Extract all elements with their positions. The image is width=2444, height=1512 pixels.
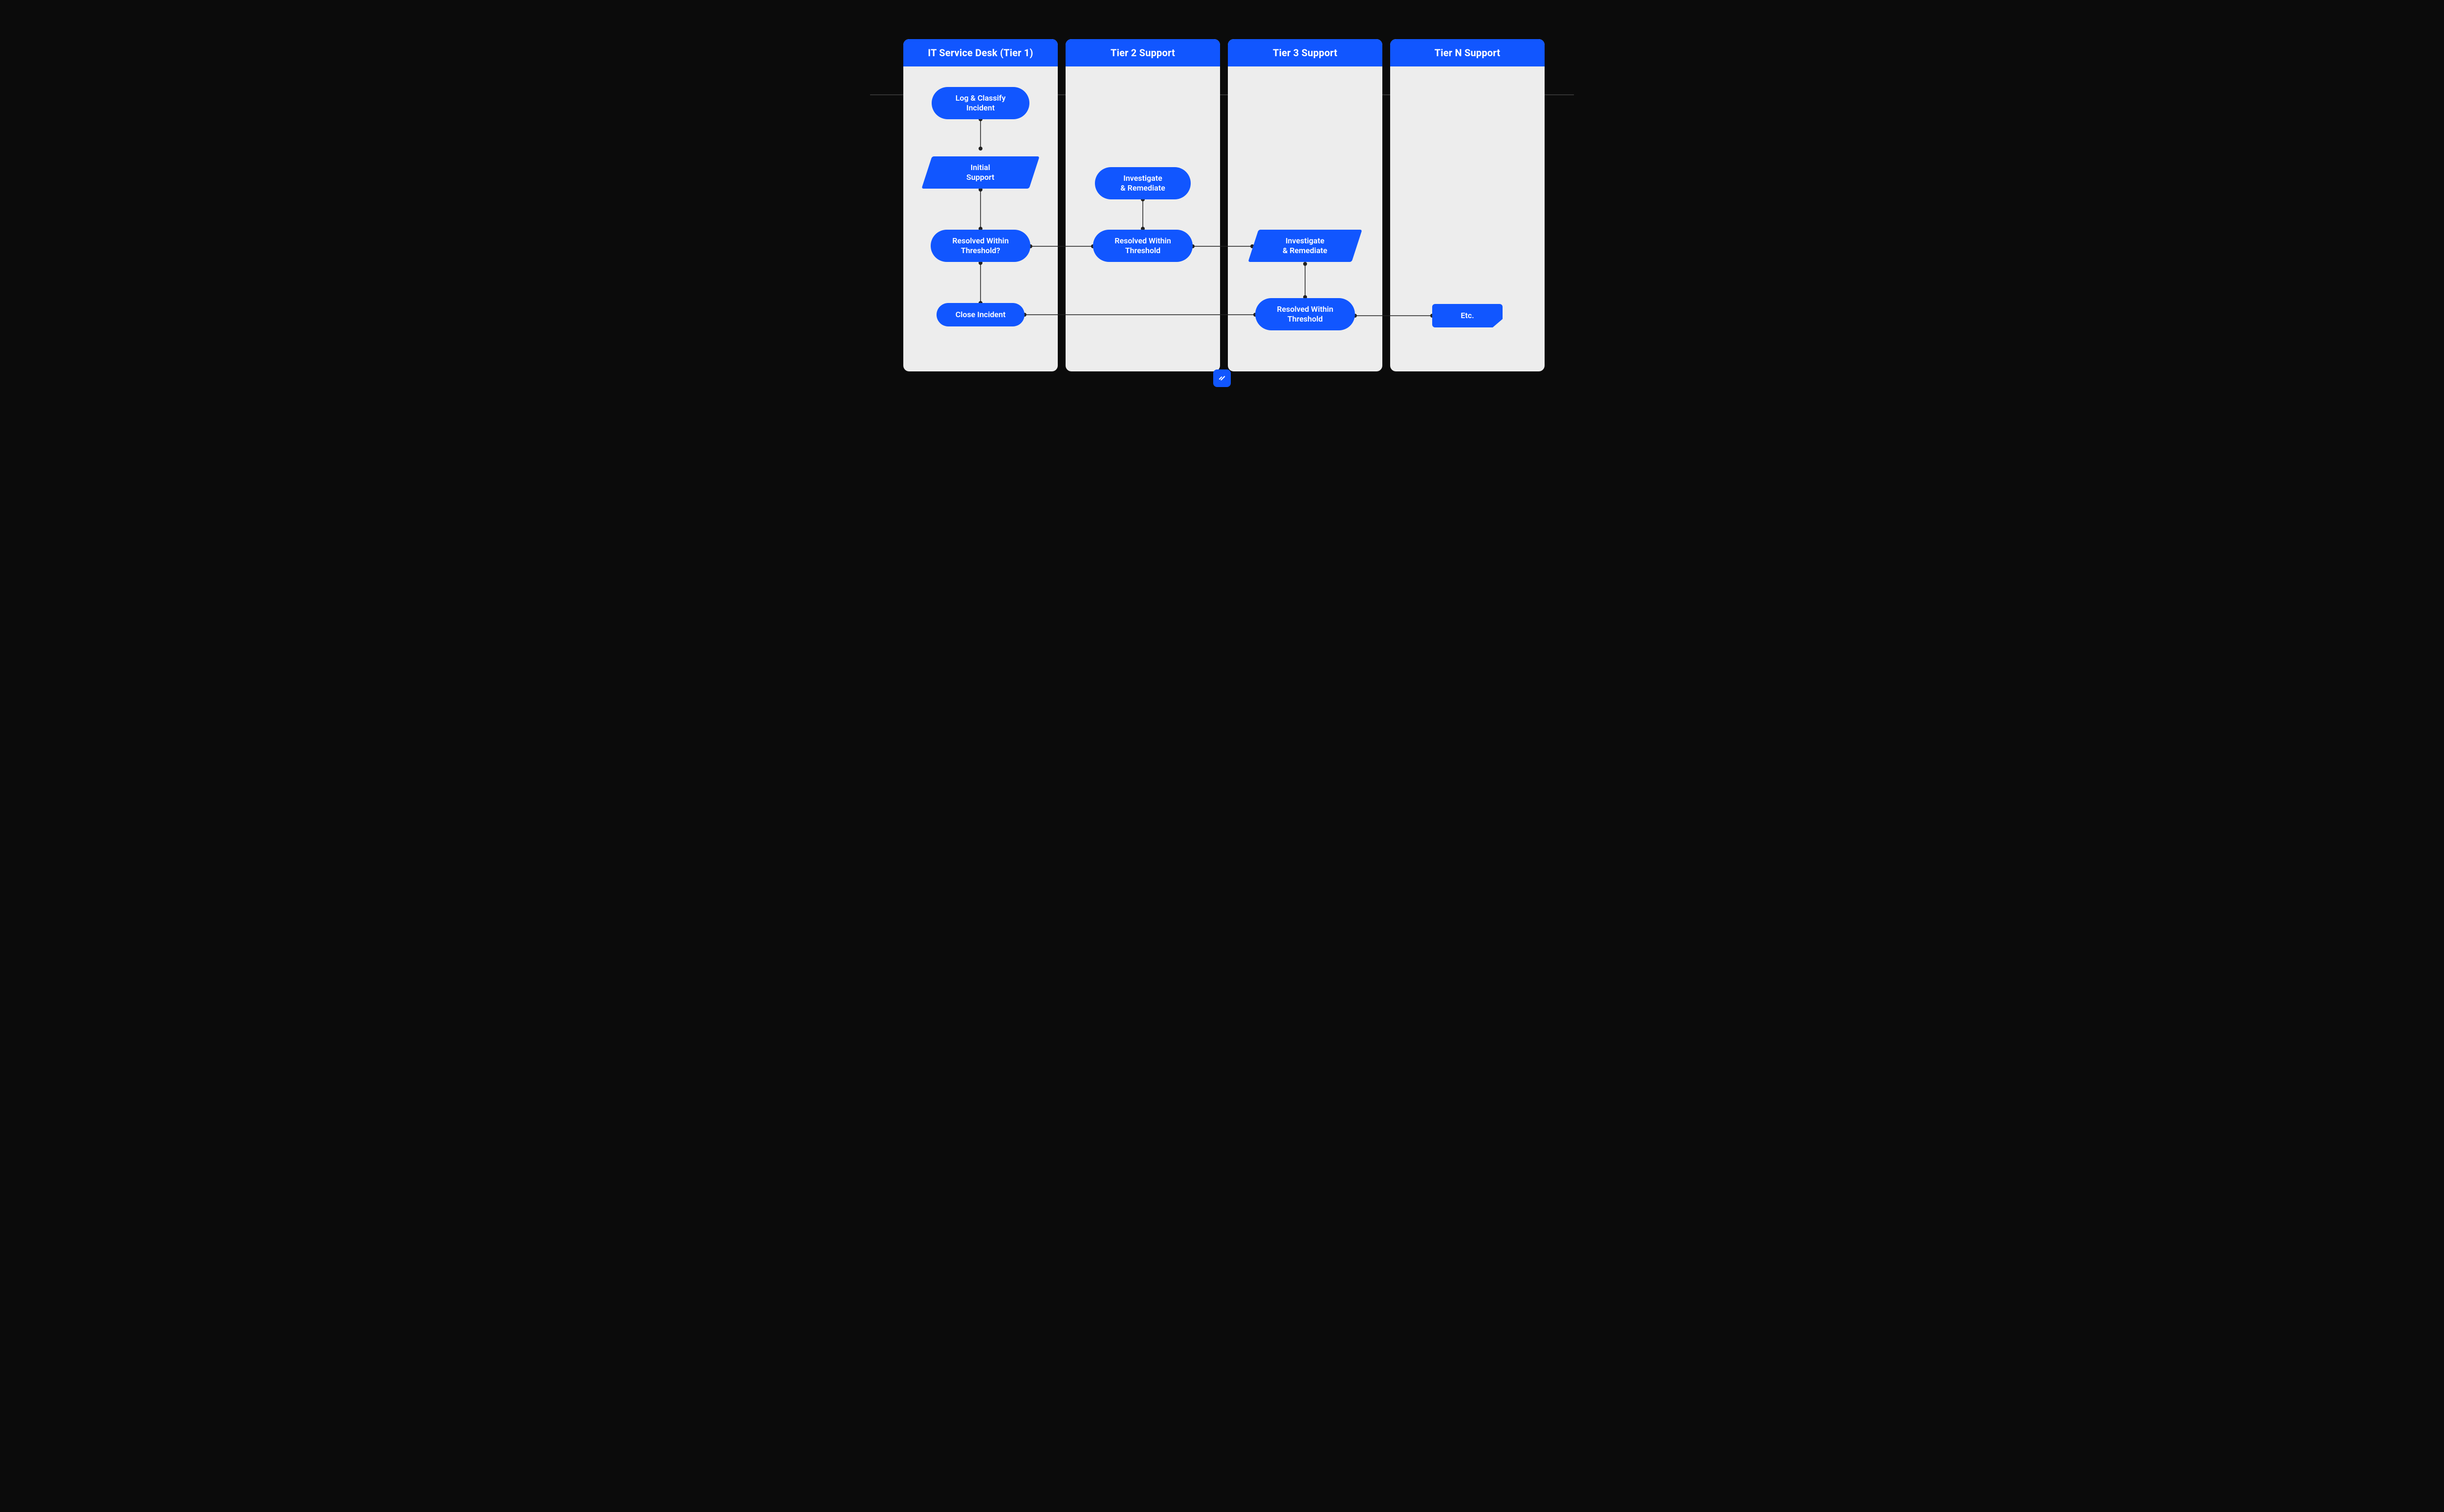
node-label: Investigate [1286,236,1325,245]
node-label: Threshold [1287,314,1323,324]
node-close-incident: Close Incident [937,303,1025,326]
node-label: & Remediate [1120,183,1165,193]
node-log-classify: Log & Classify Incident [932,87,1029,119]
node-label: Support [966,173,994,182]
lane-header: IT Service Desk (Tier 1) [903,39,1058,66]
node-initial-support: Initial Support [927,156,1034,189]
node-label: Threshold [1125,246,1160,255]
lane-header: Tier 2 Support [1066,39,1220,66]
node-label: Investigate [1123,173,1162,183]
node-label: Threshold? [961,246,1000,255]
node-resolved-question: Resolved Within Threshold? [931,230,1030,262]
spark-icon [1217,373,1227,383]
lane-tier2: Tier 2 Support [1066,39,1220,371]
node-label: & Remediate [1283,246,1327,255]
node-t3-resolved: Resolved Within Threshold [1255,298,1355,330]
swimlane-diagram: IT Service Desk (Tier 1) Tier 2 Support … [870,0,1574,397]
lane-header: Tier 3 Support [1228,39,1382,66]
node-label: Log & Classify [956,93,1006,103]
node-t3-investigate: Investigate & Remediate [1253,230,1357,262]
node-label: Resolved Within [952,236,1008,245]
node-t2-resolved: Resolved Within Threshold [1093,230,1193,262]
lane-header: Tier N Support [1390,39,1545,66]
node-etc: Etc. [1432,304,1503,327]
node-label: Close Incident [956,310,1005,320]
node-label: Resolved Within [1277,304,1333,314]
node-label: Resolved Within [1114,236,1171,245]
node-label: Etc. [1461,311,1474,321]
brand-badge [1213,369,1231,387]
node-t2-investigate: Investigate & Remediate [1095,167,1191,199]
node-label: Initial [971,163,990,172]
node-label: Incident [966,103,995,112]
